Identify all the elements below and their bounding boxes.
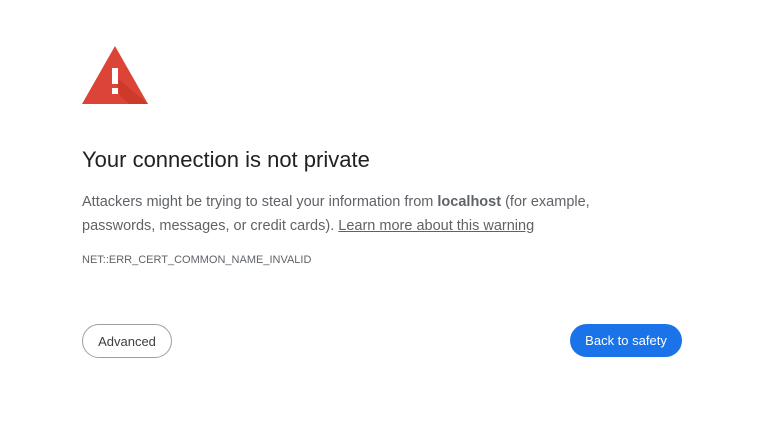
warning-message: Attackers might be trying to steal your … [82, 190, 642, 238]
error-code: NET::ERR_CERT_COMMON_NAME_INVALID [82, 254, 312, 266]
message-text-before-host: Attackers might be trying to steal your … [82, 194, 438, 210]
host-name: localhost [437, 194, 502, 210]
warning-triangle-icon [82, 46, 148, 104]
learn-more-link[interactable]: Learn more about this warning [338, 218, 534, 234]
advanced-button[interactable]: Advanced [82, 324, 172, 358]
back-to-safety-button[interactable]: Back to safety [570, 324, 682, 357]
page-title: Your connection is not private [82, 147, 370, 172]
